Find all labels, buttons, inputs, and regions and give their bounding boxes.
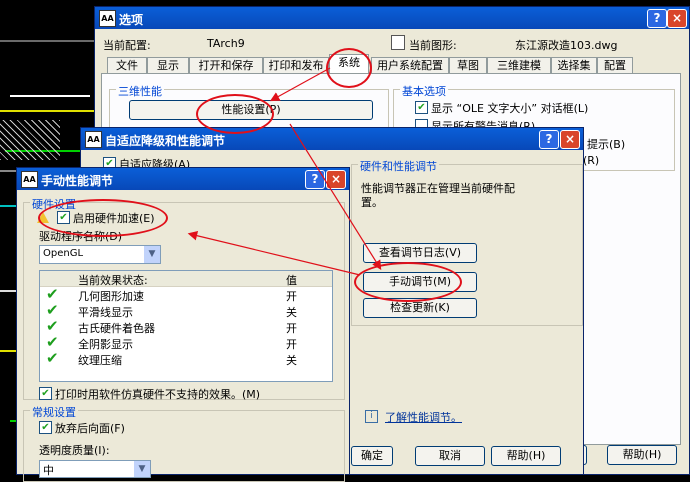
effects-header: 当前效果状态: 值 xyxy=(40,271,332,287)
annotation-circle-system-tab xyxy=(326,48,372,88)
ole-text-size-label: 显示 “OLE 文字大小” 对话框(L) xyxy=(431,102,589,115)
tab-open-save[interactable]: 打开和保存 xyxy=(189,57,263,74)
tab-3d-modeling[interactable]: 三维建模 xyxy=(487,57,551,74)
effect-name: 平滑线显示 xyxy=(78,306,133,319)
help-icon[interactable]: ? xyxy=(305,170,325,189)
drawing-file-icon xyxy=(391,35,405,50)
effect-name: 纹理压缩 xyxy=(78,354,122,367)
options-title-bar: AA 选项 ? × xyxy=(95,7,689,29)
prompt-option-label: 提示(B) xyxy=(587,138,626,151)
current-drawing-value: 东江源改造103.dwg xyxy=(515,39,618,52)
discard-backfaces-checkbox[interactable]: ✔ xyxy=(39,421,52,434)
tab-display[interactable]: 显示 xyxy=(147,57,189,74)
tab-selection[interactable]: 选择集 xyxy=(551,57,597,74)
effect-status-header: 当前效果状态: xyxy=(78,274,148,287)
value-header: 值 xyxy=(286,274,297,287)
tab-plot-publish[interactable]: 打印和发布 xyxy=(263,57,329,74)
current-config-label: 当前配置: xyxy=(103,39,151,52)
options-title: 选项 xyxy=(119,13,144,27)
manual-title-bar: AA 手动性能调节 ? × xyxy=(17,168,349,190)
adaptive-help-button[interactable]: 帮助(H) xyxy=(491,446,561,466)
options-help-button[interactable]: 帮助(H) xyxy=(607,445,677,465)
manual-title: 手动性能调节 xyxy=(41,174,114,188)
adaptive-cancel-button[interactable]: 取消 xyxy=(415,446,485,466)
driver-select[interactable]: OpenGL ▼ xyxy=(39,245,161,264)
annotation-circle-perf-button xyxy=(196,94,274,134)
effect-value: 关 xyxy=(286,306,297,319)
list-item: ✔ 纹理压缩 关 xyxy=(40,349,332,367)
transparency-select-value: 中 xyxy=(43,464,54,477)
discard-backfaces-label: 放弃后向面(F) xyxy=(55,422,125,435)
annotation-circle-manual-tune xyxy=(354,262,462,302)
help-icon[interactable]: ? xyxy=(647,9,667,28)
current-drawing-label: 当前图形: xyxy=(409,39,457,52)
close-icon[interactable]: × xyxy=(560,130,580,149)
close-icon[interactable]: × xyxy=(326,170,346,189)
annotation-circle-hw-accel xyxy=(38,199,168,237)
effect-name: 几何图形加速 xyxy=(78,290,144,303)
adaptive-ok-button[interactable]: 确定 xyxy=(351,446,393,466)
effect-value: 开 xyxy=(286,322,297,335)
tab-files[interactable]: 文件 xyxy=(107,57,147,74)
check-icon: ✔ xyxy=(46,349,59,367)
driver-select-value: OpenGL xyxy=(43,248,84,259)
list-item: ✔ 全阴影显示 开 xyxy=(40,333,332,351)
help-icon[interactable]: ? xyxy=(539,130,559,149)
app-icon: AA xyxy=(85,131,102,148)
effect-name: 全阴影显示 xyxy=(78,338,133,351)
effects-list: 当前效果状态: 值 ✔ 几何图形加速 开 ✔ 平滑线显示 关 ✔ 古氏硬件着色器… xyxy=(39,270,333,382)
list-item: ✔ 几何图形加速 开 xyxy=(40,285,332,303)
adaptive-title: 自适应降级和性能调节 xyxy=(105,134,226,148)
effect-value: 关 xyxy=(286,354,297,367)
app-icon: AA xyxy=(21,171,38,188)
list-item: ✔ 古氏硬件着色器 开 xyxy=(40,317,332,335)
hw-status-text-1: 性能调节器正在管理当前硬件配 xyxy=(361,182,515,195)
info-icon: i xyxy=(365,410,378,423)
current-config-value: TArch9 xyxy=(207,37,245,50)
learn-tuning-link[interactable]: 了解性能调节。 xyxy=(385,409,462,425)
transparency-select[interactable]: 中 ▼ xyxy=(39,460,151,478)
ole-text-size-checkbox[interactable]: ✔ xyxy=(415,101,428,114)
chevron-down-icon[interactable]: ▼ xyxy=(144,246,160,263)
tab-user-prefs[interactable]: 用户系统配置 xyxy=(371,57,449,74)
emulate-effects-checkbox[interactable]: ✔ xyxy=(39,387,52,400)
hw-status-text-2: 置。 xyxy=(361,196,383,209)
effect-value: 开 xyxy=(286,290,297,303)
view-tuning-log-button[interactable]: 查看调节日志(V) xyxy=(363,243,477,263)
close-icon[interactable]: × xyxy=(667,9,687,28)
app-icon: AA xyxy=(99,10,116,27)
effect-value: 开 xyxy=(286,338,297,351)
tab-drafting[interactable]: 草图 xyxy=(449,57,487,74)
adaptive-title-bar: AA 自适应降级和性能调节 ? × xyxy=(81,128,583,150)
tab-profiles[interactable]: 配置 xyxy=(597,57,633,74)
effect-name: 古氏硬件着色器 xyxy=(78,322,155,335)
transparency-quality-label: 透明度质量(I): xyxy=(39,444,110,457)
list-item: ✔ 平滑线显示 关 xyxy=(40,301,332,319)
emulate-effects-label: 打印时用软件仿真硬件不支持的效果。(M) xyxy=(55,388,261,401)
option-r-label: (R) xyxy=(583,154,600,167)
